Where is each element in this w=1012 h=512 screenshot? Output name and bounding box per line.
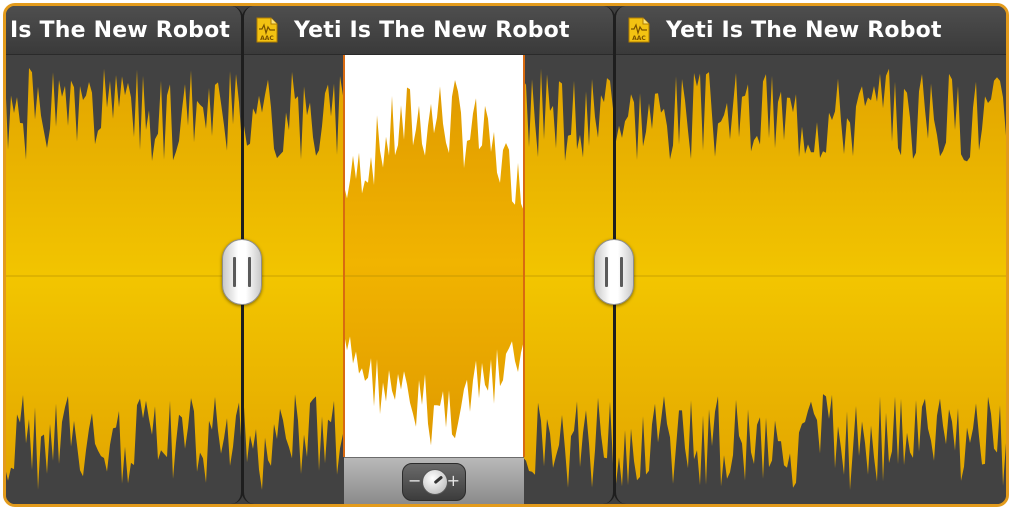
selection-left-edge[interactable] <box>343 55 345 457</box>
svg-text:AAC: AAC <box>260 35 274 42</box>
volume-control[interactable]: − + <box>402 463 466 501</box>
waveform[interactable] <box>244 54 613 504</box>
audio-clip[interactable]: AAC Yeti Is The New Robot <box>614 6 1009 504</box>
waveform-shape <box>6 68 241 490</box>
aac-file-icon: AAC <box>628 17 650 43</box>
selection-right-edge[interactable] <box>523 55 525 457</box>
clip-trim-handle[interactable] <box>594 239 634 305</box>
waveform[interactable] <box>3 54 241 504</box>
audio-clip[interactable]: Is The New Robot <box>3 6 243 504</box>
volume-down-icon[interactable]: − <box>408 471 421 491</box>
clip-title: Yeti Is The New Robot <box>294 17 570 43</box>
audio-editor: Is The New Robot AAC Yeti Is The New Rob… <box>3 3 1009 507</box>
clip-header: Is The New Robot <box>6 6 241 55</box>
waveform[interactable] <box>616 54 1009 504</box>
audio-clip[interactable]: AAC Yeti Is The New Robot <box>242 6 615 504</box>
aac-file-icon: AAC <box>256 17 278 43</box>
volume-knob-icon[interactable] <box>422 469 448 495</box>
clip-trim-handle[interactable] <box>222 239 262 305</box>
clip-header: AAC Yeti Is The New Robot <box>244 6 613 55</box>
volume-up-icon[interactable]: + <box>447 471 460 491</box>
clip-header: AAC Yeti Is The New Robot <box>616 6 1006 55</box>
svg-text:AAC: AAC <box>632 35 646 42</box>
clip-title: Is The New Robot <box>10 17 231 43</box>
selection-toolbar: − + <box>344 457 524 504</box>
clip-title: Yeti Is The New Robot <box>666 17 942 43</box>
waveform-shape <box>244 68 613 490</box>
waveform-shape <box>616 68 1006 490</box>
